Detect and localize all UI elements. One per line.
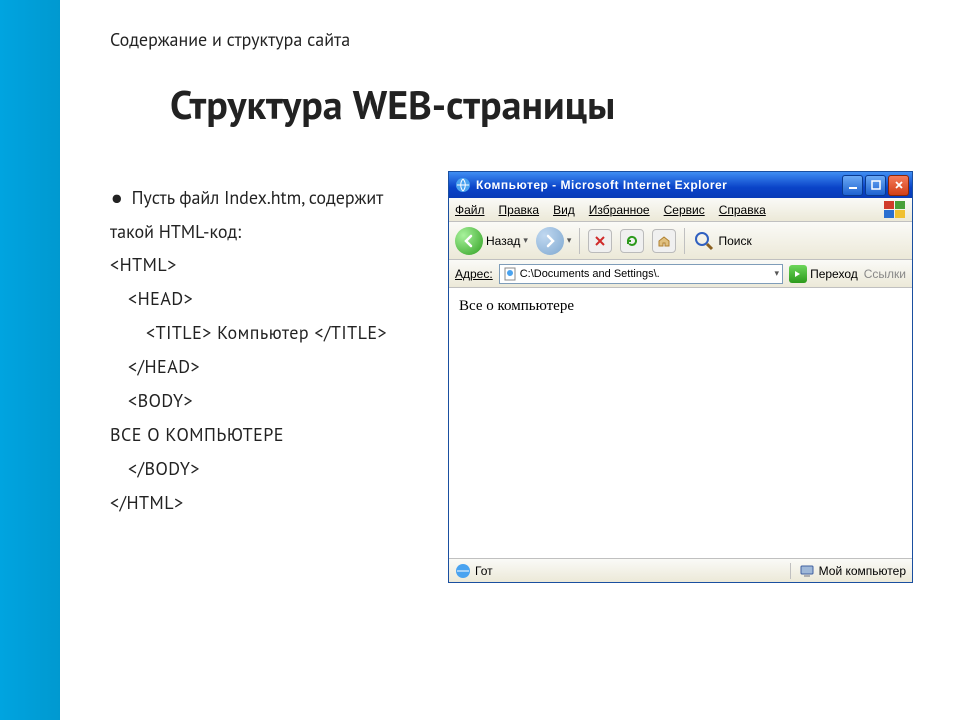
intro-bullet: Пусть файл Index.htm, содержит такой HTM… (110, 171, 420, 245)
slide-accent-bar (0, 0, 60, 720)
slide-title: Структура WEB-страницы (170, 79, 924, 131)
status-left: Гот (455, 563, 493, 579)
close-button[interactable] (888, 175, 909, 196)
page-viewport: Все о компьютере (449, 288, 912, 558)
back-button[interactable]: Назад▾ (455, 227, 528, 255)
page-icon (503, 267, 517, 281)
code-line: </BODY> (128, 455, 420, 483)
forward-button[interactable]: ▾ (536, 227, 572, 255)
menu-help[interactable]: Справка (719, 203, 766, 217)
minimize-button[interactable] (842, 175, 863, 196)
toolbar-separator (579, 228, 580, 254)
ie-statusbar: Гот Мой компьютер (449, 558, 912, 582)
search-button[interactable]: Поиск (693, 230, 751, 252)
address-label: Адрес: (455, 267, 493, 281)
window-title: Компьютер - Microsoft Internet Explorer (476, 178, 842, 192)
address-dropdown[interactable]: ▾ (775, 268, 780, 279)
slide-topic: Содержание и структура сайта (110, 28, 924, 51)
code-line: <BODY> (128, 387, 420, 415)
page-text: Все о компьютере (459, 298, 574, 314)
windows-flag-icon (884, 201, 906, 219)
code-explain-column: Пусть файл Index.htm, содержит такой HTM… (110, 171, 420, 583)
code-line: <HEAD> (128, 285, 420, 313)
menu-favorites[interactable]: Избранное (589, 203, 650, 217)
ie-address-bar: Адрес: C:\Documents and Settings\. ▾ Пер… (449, 260, 912, 288)
menu-file[interactable]: Файл (455, 203, 485, 217)
ie-menubar: Файл Правка Вид Избранное Сервис Справка (449, 198, 912, 222)
computer-icon (799, 563, 815, 579)
menu-tools[interactable]: Сервис (664, 203, 705, 217)
menu-view[interactable]: Вид (553, 203, 575, 217)
home-button[interactable] (652, 229, 676, 253)
ie-toolbar: Назад▾ ▾ Поиск (449, 222, 912, 260)
refresh-button[interactable] (620, 229, 644, 253)
ie-logo-icon (455, 563, 471, 579)
maximize-button[interactable] (865, 175, 886, 196)
code-line: <HTML> (110, 251, 420, 279)
address-input[interactable]: C:\Documents and Settings\. ▾ (499, 264, 783, 284)
code-line: </HEAD> (128, 353, 420, 381)
ie-logo-icon (455, 177, 471, 193)
code-line: ВСЕ О КОМПЬЮТЕРЕ (110, 421, 420, 449)
status-zone: Мой компьютер (790, 563, 906, 579)
ie-titlebar[interactable]: Компьютер - Microsoft Internet Explorer (449, 172, 912, 198)
links-button[interactable]: Ссылки (864, 267, 906, 281)
stop-button[interactable] (588, 229, 612, 253)
toolbar-separator (684, 228, 685, 254)
code-line: </HTML> (110, 489, 420, 517)
slide-body: Содержание и структура сайта Структура W… (60, 0, 960, 720)
ie-window: Компьютер - Microsoft Internet Explorer … (448, 171, 913, 583)
search-icon (693, 230, 715, 252)
code-line: <TITLE> Компьютер </TITLE> (146, 319, 420, 347)
menu-edit[interactable]: Правка (499, 203, 540, 217)
go-button[interactable]: Переход (789, 265, 858, 283)
